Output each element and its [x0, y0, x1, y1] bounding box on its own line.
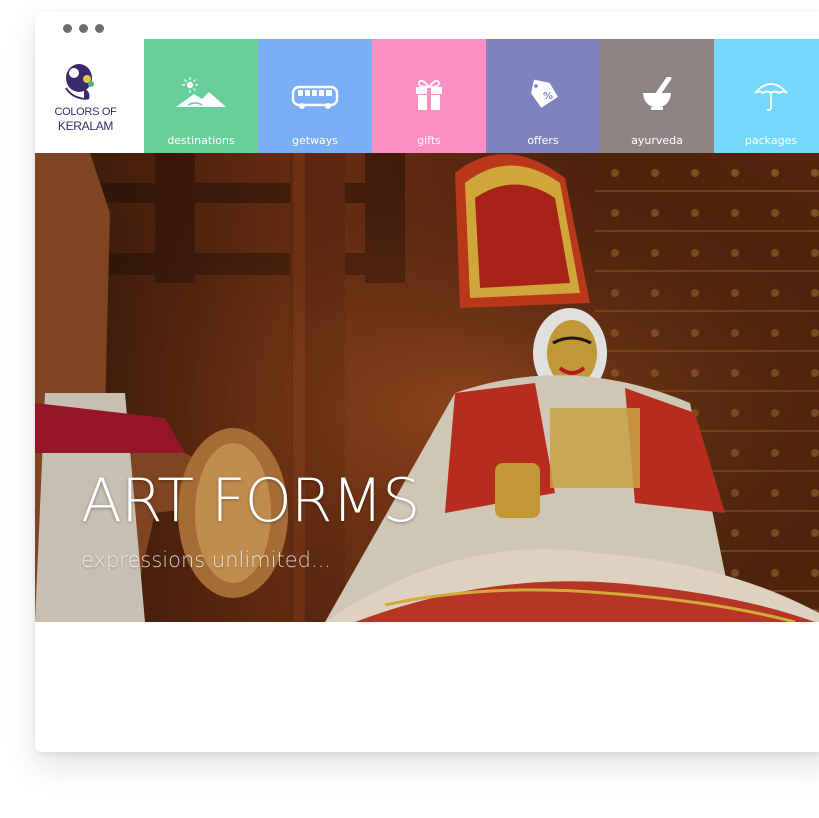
nav-label-offers: offers [527, 134, 559, 147]
percent-tag-icon: % [531, 79, 558, 108]
window-control-dot[interactable] [79, 24, 88, 33]
nav-tile-gifts[interactable]: gifts [372, 39, 486, 153]
bus-icon [291, 85, 339, 109]
nav-label-gifts: gifts [417, 134, 441, 147]
nav-tile-ayurveda[interactable]: ayurveda [600, 39, 714, 153]
nav-tile-destinations[interactable]: destinations [144, 39, 258, 153]
site-logo[interactable]: COLORS OF KERALAM [35, 39, 144, 153]
window-titlebar [35, 12, 819, 39]
svg-text:%: % [543, 91, 553, 102]
elephant-logo-icon [65, 64, 94, 100]
logo-text-line2: KERALAM [57, 119, 114, 133]
mortar-pestle-icon [643, 77, 672, 110]
hero-banner: ART FORMS expressions unlimited... [35, 153, 819, 622]
nav-label-destinations: destinations [167, 134, 235, 147]
nav-tile-packages[interactable]: packages [714, 39, 819, 153]
hero-subtitle: expressions unlimited... [81, 548, 331, 572]
gift-box-icon [416, 79, 442, 110]
mountain-sun-icon [176, 77, 226, 107]
main-nav: COLORS OF KERALAM destinations getways g… [35, 39, 819, 153]
nav-tile-getways[interactable]: getways [258, 39, 372, 153]
nav-label-getways: getways [291, 134, 339, 147]
logo-text-line1: COLORS OF [54, 106, 117, 118]
nav-label-packages: packages [744, 134, 798, 147]
browser-window: COLORS OF KERALAM destinations getways g… [35, 12, 819, 752]
window-control-dot[interactable] [95, 24, 104, 33]
window-control-dot[interactable] [63, 24, 72, 33]
nav-tile-offers[interactable]: % offers [486, 39, 600, 153]
nav-label-ayurveda: ayurveda [631, 134, 683, 147]
umbrella-icon [754, 83, 788, 112]
hero-title: ART FORMS [81, 466, 420, 536]
